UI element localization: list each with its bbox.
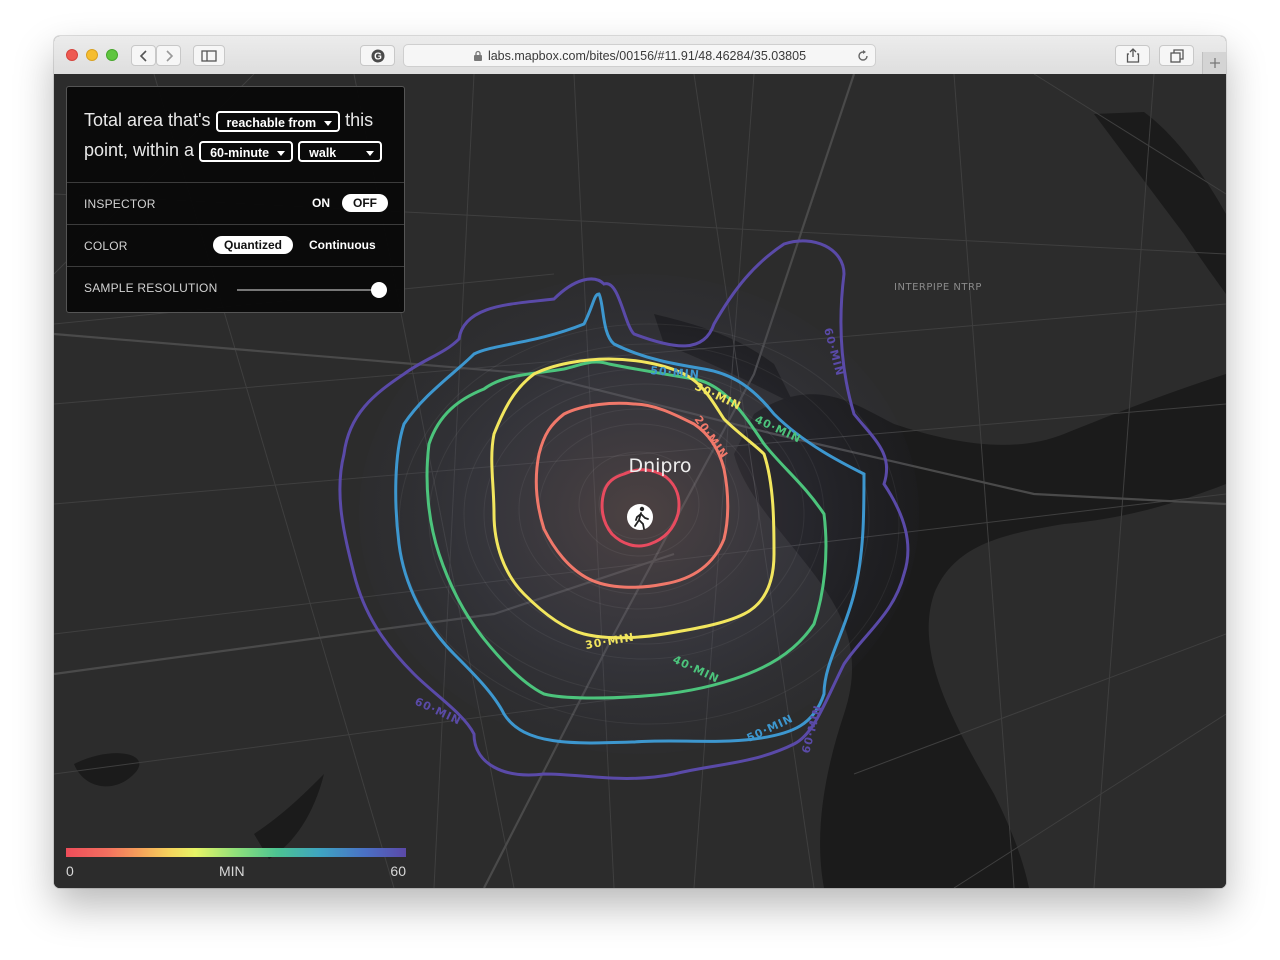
mode-select-value: walk <box>309 145 337 160</box>
map-canvas[interactable]: 30·MIN 20·MIN 30·MIN 40·MIN 40·MIN 50·MI… <box>54 74 1226 888</box>
mode-select[interactable]: walk <box>298 140 383 162</box>
new-tab-button[interactable] <box>1202 52 1226 74</box>
minimize-window-button[interactable] <box>86 49 98 61</box>
tabs-icon <box>1169 48 1184 63</box>
new-tab-icon <box>1210 58 1220 68</box>
control-panel: Total area that's reachable from this po… <box>66 86 405 313</box>
inspector-on-toggle[interactable]: ON <box>301 194 341 212</box>
legend-unit: MIN <box>219 863 245 879</box>
close-window-button[interactable] <box>66 49 78 61</box>
forward-icon <box>165 49 173 62</box>
color-legend: 0 MIN 60 <box>66 846 406 882</box>
reload-icon[interactable] <box>857 50 869 62</box>
legend-min: 0 <box>66 863 74 879</box>
question-prefix: Total area that's <box>84 110 211 130</box>
svg-text:G: G <box>374 51 382 62</box>
share-button[interactable] <box>1115 45 1150 66</box>
sidebar-icon <box>201 49 217 62</box>
grammarly-icon: G <box>371 49 384 62</box>
browser-toolbar: G labs.mapbox.com/bites/00156/#11.91/48.… <box>54 36 1226 75</box>
url-text: labs.mapbox.com/bites/00156/#11.91/48.46… <box>487 48 807 63</box>
sample-resolution-slider[interactable] <box>237 289 380 291</box>
zoom-window-button[interactable] <box>106 49 118 61</box>
origin-marker[interactable] <box>627 504 653 530</box>
inspector-off-toggle[interactable]: OFF <box>342 194 388 212</box>
color-row: COLOR Quantized Continuous <box>67 224 404 267</box>
direction-select[interactable]: reachable from <box>215 110 341 132</box>
browser-window: G labs.mapbox.com/bites/00156/#11.91/48.… <box>54 36 1226 888</box>
back-button[interactable] <box>131 45 156 66</box>
color-continuous-toggle[interactable]: Continuous <box>298 236 387 254</box>
inspector-row: INSPECTOR ON OFF <box>67 182 404 225</box>
chevron-down-icon <box>366 150 375 156</box>
chevron-down-icon <box>277 150 286 156</box>
forward-button[interactable] <box>156 45 181 66</box>
sample-resolution-slider-handle[interactable] <box>371 282 387 298</box>
sample-resolution-label: SAMPLE RESOLUTION <box>84 281 218 295</box>
grammarly-extension-button[interactable]: G <box>360 45 395 66</box>
inspector-label: INSPECTOR <box>84 197 156 211</box>
tabs-button[interactable] <box>1159 45 1194 66</box>
share-icon <box>1126 48 1139 63</box>
time-select-value: 60-minute <box>210 145 270 160</box>
color-label: COLOR <box>84 239 128 253</box>
question-text: Total area that's reachable from this po… <box>84 105 394 165</box>
legend-gradient-bar <box>66 848 406 857</box>
chevron-down-icon <box>324 120 333 126</box>
sample-resolution-row: SAMPLE RESOLUTION <box>67 266 404 309</box>
back-icon <box>139 49 147 62</box>
city-label: Dnipro <box>628 455 691 477</box>
lock-icon <box>473 50 482 61</box>
time-select[interactable]: 60-minute <box>199 140 294 162</box>
legend-max: 60 <box>390 863 406 879</box>
color-quantized-toggle[interactable]: Quantized <box>213 236 294 254</box>
direction-select-value: reachable from <box>226 115 317 130</box>
address-bar[interactable]: labs.mapbox.com/bites/00156/#11.91/48.46… <box>403 44 876 67</box>
place-label: INTERPIPE NTRP <box>894 282 982 293</box>
sidebar-button[interactable] <box>193 45 225 66</box>
